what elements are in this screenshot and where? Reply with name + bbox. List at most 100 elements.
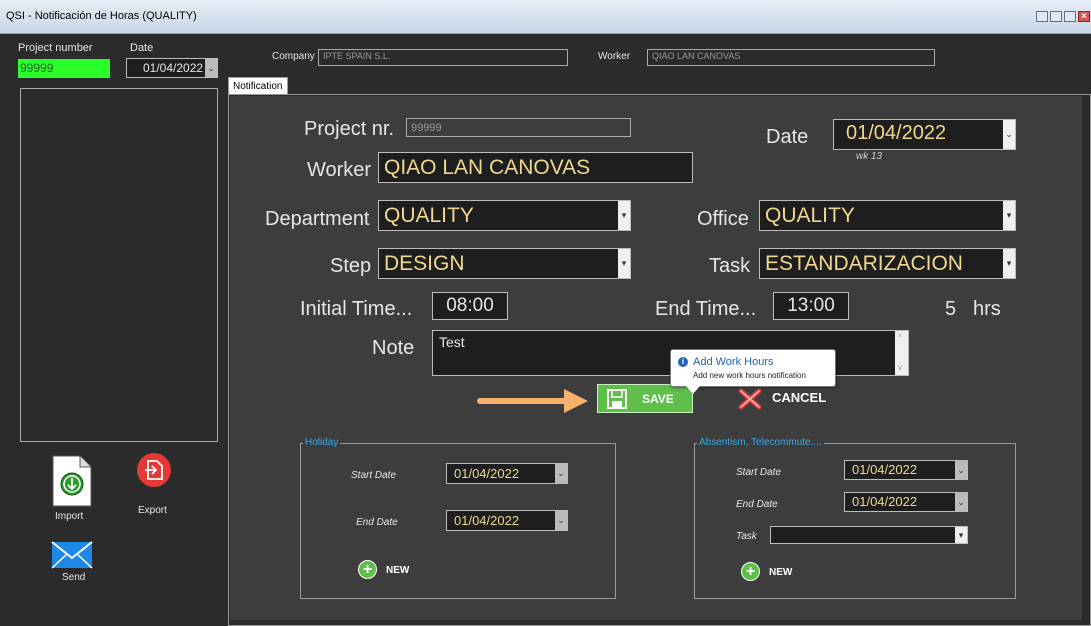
project-nr-label: Project nr.	[304, 118, 395, 140]
export-icon	[137, 453, 171, 487]
absentism-task-select[interactable]: ▾	[770, 526, 968, 544]
export-label: Export	[138, 505, 167, 516]
hours-value: 5	[945, 298, 957, 320]
absentism-start-picker[interactable]: 01/04/2022 ⌄	[844, 460, 968, 480]
export-button[interactable]	[136, 452, 172, 496]
absentism-title: Absentism, Telecommute....	[697, 437, 824, 448]
absentism-end-value: 01/04/2022	[852, 494, 918, 509]
office-label: Office	[697, 208, 749, 230]
holiday-new-button[interactable]: + NEW	[358, 560, 428, 580]
send-label: Send	[62, 572, 86, 583]
title-bar: QSI - Notificación de Horas (QUALITY) ×	[0, 0, 1091, 34]
absentism-end-picker[interactable]: 01/04/2022 ⌄	[844, 492, 968, 512]
left-date-picker[interactable]: 01/04/2022 ⌄	[126, 58, 218, 78]
add-icon: +	[358, 560, 377, 579]
initial-time-label: Initial Time...	[300, 298, 413, 320]
worker-name-label: Worker	[307, 159, 372, 181]
arrow-icon	[477, 389, 588, 413]
task-value: ESTANDARIZACION	[765, 252, 963, 275]
import-icon	[52, 455, 92, 507]
holiday-end-label: End Date	[356, 517, 398, 528]
tab-notification[interactable]: Notification	[228, 77, 288, 95]
import-button[interactable]	[50, 454, 94, 508]
absentism-start-value: 01/04/2022	[852, 462, 918, 477]
chevron-down-icon[interactable]: ⌄	[205, 59, 217, 77]
project-number-label: Project number	[18, 42, 93, 54]
holiday-end-picker[interactable]: 01/04/2022 ⌄	[446, 510, 568, 531]
cancel-icon	[738, 388, 762, 410]
chevron-down-icon[interactable]: ▾	[618, 249, 630, 278]
holiday-title: Holiday	[303, 437, 341, 448]
date-value: 01/04/2022	[846, 122, 947, 144]
task-select[interactable]: ESTANDARIZACION ▾	[759, 248, 1016, 279]
date-picker[interactable]: 01/04/2022 ⌄	[833, 119, 1016, 150]
chevron-down-icon[interactable]: ⌄	[955, 461, 967, 479]
holiday-start-value: 01/04/2022	[454, 466, 520, 481]
step-label: Step	[330, 255, 372, 277]
project-number-field[interactable]: 99999	[18, 59, 110, 78]
holiday-start-picker[interactable]: 01/04/2022 ⌄	[446, 463, 568, 484]
scroll-up-icon[interactable]: ^	[898, 333, 902, 342]
scroll-down-icon[interactable]: v	[898, 363, 902, 372]
step-select[interactable]: DESIGN ▾	[378, 248, 631, 279]
note-value: Test	[439, 334, 465, 350]
send-button[interactable]	[50, 540, 94, 572]
absentism-new-button[interactable]: + NEW	[741, 562, 811, 582]
end-time-field[interactable]: 13:00	[773, 292, 849, 320]
left-date-value: 01/04/2022	[143, 61, 204, 75]
project-list[interactable]	[20, 88, 218, 442]
save-button[interactable]: SAVE	[597, 384, 693, 413]
absentism-end-label: End Date	[736, 499, 778, 510]
note-label: Note	[372, 337, 415, 359]
worker-field[interactable]: QIAO LAN CANOVAS	[647, 49, 935, 66]
minimize-icon[interactable]	[1050, 11, 1062, 22]
chevron-down-icon[interactable]: ⌄	[955, 493, 967, 511]
department-label: Department	[265, 208, 370, 230]
company-field[interactable]: IPTE SPAIN S.L.	[318, 49, 568, 66]
worker-label: Worker	[598, 51, 631, 62]
chevron-down-icon[interactable]: ⌄	[555, 511, 567, 530]
chevron-down-icon[interactable]: ▾	[1003, 201, 1015, 230]
info-icon: i	[678, 357, 688, 367]
cancel-label: CANCEL	[772, 390, 827, 405]
holiday-end-value: 01/04/2022	[454, 513, 520, 528]
step-value: DESIGN	[384, 252, 465, 275]
worker-name-field[interactable]: QIAO LAN CANOVAS	[378, 152, 693, 183]
office-select[interactable]: QUALITY ▾	[759, 200, 1016, 231]
holiday-new-label: NEW	[386, 565, 410, 576]
project-nr-field[interactable]: 99999	[406, 118, 631, 137]
absentism-new-label: NEW	[769, 567, 793, 578]
window-title: QSI - Notificación de Horas (QUALITY)	[6, 10, 197, 22]
chevron-down-icon[interactable]: ⌄	[555, 464, 567, 483]
tooltip-pointer	[686, 386, 700, 394]
tooltip: i Add Work Hours Add new work hours noti…	[670, 349, 836, 387]
chevron-down-icon[interactable]: ▾	[955, 527, 967, 543]
tooltip-title: Add Work Hours	[693, 356, 774, 368]
send-icon	[51, 541, 93, 569]
cancel-button[interactable]: CANCEL	[736, 386, 831, 412]
week-label: wk 13	[856, 151, 883, 162]
company-label: Company	[272, 51, 315, 62]
note-scrollbar[interactable]: ^ v	[895, 331, 908, 375]
initial-time-field[interactable]: 08:00	[432, 292, 508, 320]
tooltip-text: Add new work hours notification	[693, 371, 806, 380]
task-label: Task	[709, 255, 751, 277]
date-label: Date	[766, 126, 809, 148]
left-date-label: Date	[130, 42, 154, 54]
holiday-start-label: Start Date	[351, 470, 397, 481]
import-label: Import	[55, 511, 84, 522]
chevron-down-icon[interactable]: ▾	[618, 201, 630, 230]
save-label: SAVE	[642, 392, 674, 406]
department-select[interactable]: QUALITY ▾	[378, 200, 631, 231]
end-time-label: End Time...	[655, 298, 757, 320]
absentism-start-label: Start Date	[736, 467, 782, 478]
close-icon[interactable]: ×	[1078, 11, 1090, 22]
save-icon	[607, 389, 627, 409]
chevron-down-icon[interactable]: ⌄	[1003, 120, 1015, 149]
add-icon: +	[741, 562, 760, 581]
maximize-icon[interactable]	[1064, 11, 1076, 22]
hours-unit: hrs	[973, 298, 1001, 320]
chevron-down-icon[interactable]: ▾	[1003, 249, 1015, 278]
absentism-task-label: Task	[736, 531, 757, 542]
restore-icon[interactable]	[1036, 11, 1048, 22]
